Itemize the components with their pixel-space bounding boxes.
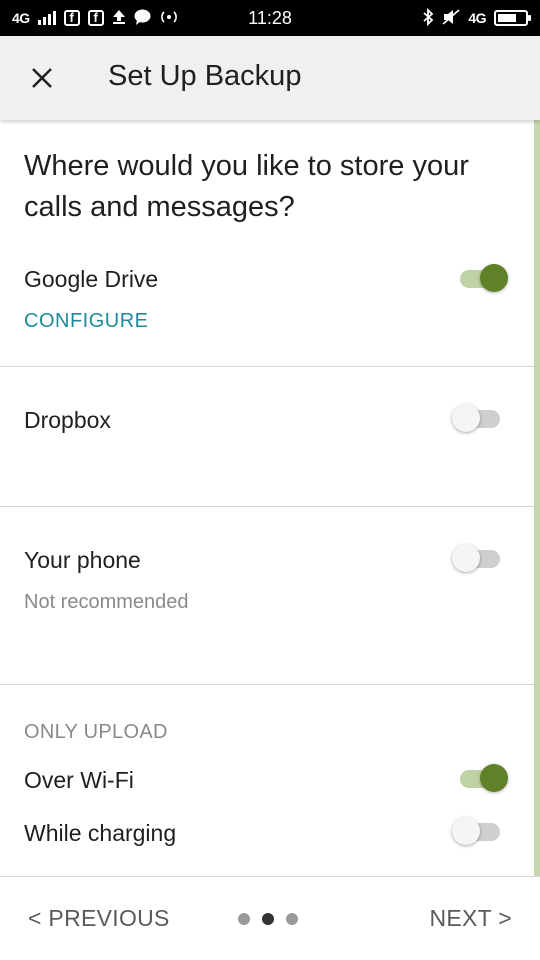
wifi-toggle[interactable] (452, 762, 512, 796)
toggle-thumb (452, 404, 480, 432)
content: Where would you like to store your calls… (0, 120, 534, 876)
configure-link[interactable]: CONFIGURE (24, 310, 149, 333)
close-icon (32, 68, 52, 88)
toggle-thumb (480, 264, 508, 292)
bluetooth-icon (422, 7, 434, 29)
storage-question: Where would you like to store your calls… (24, 150, 469, 223)
status-bar-left: 4G f f (12, 9, 179, 28)
page-dot (286, 913, 298, 925)
bottom-nav: < PREVIOUS NEXT > (0, 876, 540, 960)
status-bar: 4G f f 11:28 4G (0, 0, 540, 36)
toggle-thumb (452, 817, 480, 845)
page-dot (238, 913, 250, 925)
dropbox-label: Dropbox (24, 407, 111, 433)
upload-icon (112, 9, 126, 28)
battery-icon (494, 10, 531, 26)
charging-toggle[interactable] (452, 815, 512, 849)
section-upload: ONLY UPLOAD Over Wi-Fi While charging (0, 685, 534, 876)
mute-icon (442, 8, 460, 28)
charging-label: While charging (24, 820, 177, 846)
upload-header: ONLY UPLOAD (24, 721, 168, 743)
page-indicator (238, 913, 298, 925)
close-button[interactable] (20, 56, 64, 100)
google-drive-label: Google Drive (24, 266, 159, 292)
toggle-thumb (480, 764, 508, 792)
status-bar-right: 4G (422, 7, 531, 29)
section-your-phone: Your phone Not recommended (0, 507, 534, 685)
your-phone-sublabel: Not recommended (24, 591, 189, 613)
google-drive-toggle[interactable] (452, 262, 512, 296)
section-dropbox: Dropbox (0, 367, 534, 507)
section-google-drive: Where would you like to store your calls… (0, 120, 534, 367)
scroll-accent (534, 120, 540, 876)
chat-icon (134, 9, 151, 28)
wifi-label: Over Wi-Fi (24, 767, 134, 793)
network-type-label: 4G (468, 10, 486, 26)
hotspot-icon (159, 9, 179, 28)
dropbox-toggle[interactable] (452, 402, 512, 436)
toolbar: Set Up Backup (0, 36, 540, 120)
next-button[interactable]: NEXT > (429, 905, 512, 932)
toggle-thumb (452, 544, 480, 572)
facebook-icon: f (63, 10, 80, 26)
your-phone-toggle[interactable] (452, 542, 512, 576)
facebook-icon: f (87, 10, 104, 26)
network-type-label: 4G (12, 10, 30, 26)
your-phone-label: Your phone (24, 547, 141, 573)
page-dot-active (262, 913, 274, 925)
signal-icon (37, 11, 56, 25)
page-title: Set Up Backup (108, 60, 302, 92)
previous-button[interactable]: < PREVIOUS (28, 905, 170, 932)
